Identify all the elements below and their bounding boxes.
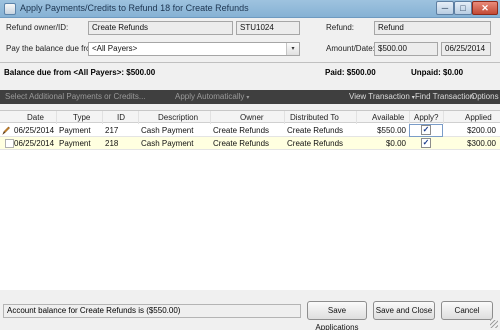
save-and-close-button[interactable]: Save and Close xyxy=(373,301,435,320)
column-header-description[interactable]: Description xyxy=(158,113,198,122)
column-header-id[interactable]: ID xyxy=(117,113,125,122)
apply-checkbox[interactable]: ✓ xyxy=(421,125,431,135)
payer-dropdown-value: <All Payers> xyxy=(92,44,138,53)
checkmark-icon: ✓ xyxy=(422,125,430,134)
checkmark-icon: ✓ xyxy=(422,138,430,147)
find-transaction-button[interactable]: Find Transaction xyxy=(415,92,474,101)
account-balance-status: Account balance for Create Refunds is ($… xyxy=(3,304,301,318)
column-header-type[interactable]: Type xyxy=(73,113,90,122)
apply-automatically-menu[interactable]: Apply Automatically ▾ xyxy=(175,92,249,101)
chevron-down-icon[interactable]: ▾ xyxy=(286,43,299,55)
refund-owner-field: Create Refunds xyxy=(88,21,233,35)
balance-due-text: Balance due from <All Payers>: $500.00 xyxy=(4,68,156,77)
view-transaction-label: View Transaction xyxy=(349,92,410,101)
cell-applied: $200.00 xyxy=(467,126,496,135)
column-header-apply[interactable]: Apply? xyxy=(414,113,438,122)
close-button[interactable]: ✕ xyxy=(472,1,498,15)
payer-dropdown[interactable]: <All Payers> ▾ xyxy=(88,42,300,56)
maximize-button[interactable]: □ xyxy=(454,1,472,15)
divider xyxy=(0,62,500,63)
column-header-owner[interactable]: Owner xyxy=(240,113,264,122)
cell-applied: $300.00 xyxy=(467,139,496,148)
grid-header: Date Type ID Description Owner Distribut… xyxy=(0,111,500,123)
cell-id: 218 xyxy=(105,139,119,148)
refund-label: Refund: xyxy=(326,23,355,32)
view-transaction-menu[interactable]: View Transaction ▾ xyxy=(349,92,415,101)
cell-type: Payment xyxy=(59,126,91,135)
cell-available: $550.00 xyxy=(377,126,406,135)
apply-automatically-label: Apply Automatically xyxy=(175,92,245,101)
minimize-button[interactable]: ─ xyxy=(436,1,454,15)
cell-owner: Create Refunds xyxy=(213,139,270,148)
app-icon xyxy=(4,3,16,15)
cell-date: 06/25/2014 xyxy=(14,139,55,148)
amount-field: $500.00 xyxy=(374,42,438,56)
select-additional-payments-button[interactable]: Select Additional Payments or Credits... xyxy=(5,92,146,101)
applications-grid: Date Type ID Description Owner Distribut… xyxy=(0,110,500,290)
pay-balance-label: Pay the balance due from: xyxy=(6,44,100,53)
amount-date-label: Amount/Date: xyxy=(326,44,375,53)
refund-owner-id-field: STU1024 xyxy=(236,21,300,35)
cell-owner: Create Refunds xyxy=(213,126,270,135)
chevron-down-icon: ▾ xyxy=(246,95,250,101)
refund-field: Refund xyxy=(374,21,491,35)
table-row[interactable]: 06/25/2014 Payment 218 Cash Payment Crea… xyxy=(0,137,500,150)
cell-distributed-to: Create Refunds xyxy=(287,126,344,135)
cell-description: Cash Payment xyxy=(141,126,194,135)
column-header-date[interactable]: Date xyxy=(27,113,44,122)
paid-text: Paid: $500.00 xyxy=(325,68,376,77)
apply-checkbox[interactable]: ✓ xyxy=(421,138,431,148)
column-header-available[interactable]: Available xyxy=(372,113,404,122)
cancel-button[interactable]: Cancel xyxy=(441,301,493,320)
cell-id: 217 xyxy=(105,126,119,135)
unpaid-text: Unpaid: $0.00 xyxy=(411,68,464,77)
grid-toolbar: Select Additional Payments or Credits...… xyxy=(0,90,500,104)
row-selector[interactable] xyxy=(5,139,14,148)
save-applications-button[interactable]: Save Applications xyxy=(307,301,367,330)
column-header-applied[interactable]: Applied xyxy=(465,113,492,122)
refund-owner-label: Refund owner/ID: xyxy=(6,23,69,32)
cell-available: $0.00 xyxy=(385,139,406,148)
window-title: Apply Payments/Credits to Refund 18 for … xyxy=(20,3,249,13)
dialog-body: Refund owner/ID: Create Refunds STU1024 … xyxy=(0,18,500,330)
cell-description: Cash Payment xyxy=(141,139,194,148)
date-field: 06/25/2014 xyxy=(441,42,491,56)
cell-distributed-to: Create Refunds xyxy=(287,139,344,148)
edit-pencil-icon xyxy=(2,126,10,135)
cell-date: 06/25/2014 xyxy=(14,126,55,135)
title-bar: Apply Payments/Credits to Refund 18 for … xyxy=(0,0,500,18)
cell-type: Payment xyxy=(59,139,91,148)
options-button[interactable]: Options xyxy=(471,92,499,101)
column-header-distributed-to[interactable]: Distributed To xyxy=(290,113,339,122)
resize-grip[interactable] xyxy=(490,320,498,328)
table-row[interactable]: 06/25/2014 Payment 217 Cash Payment Crea… xyxy=(0,124,500,137)
